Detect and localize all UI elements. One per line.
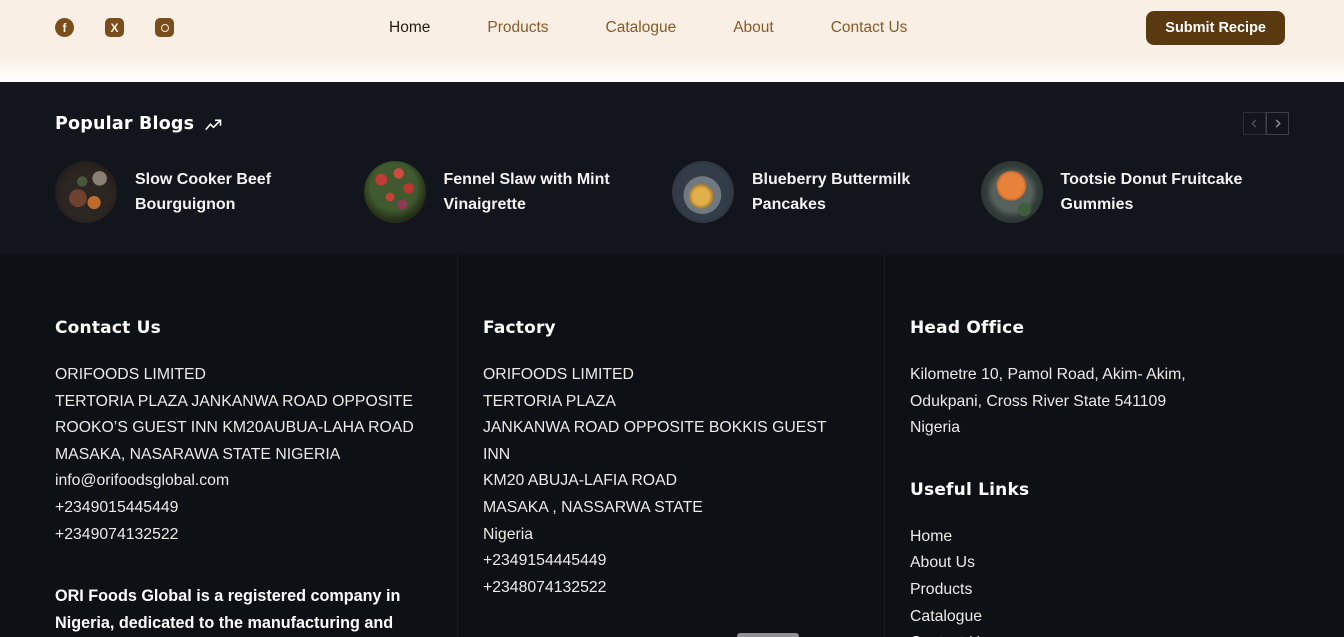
site-footer: Contact Us ORIFOODS LIMITED TERTORIA PLA…: [0, 255, 1344, 637]
facebook-glyph: f: [63, 21, 67, 35]
chevron-left-icon: [1250, 119, 1259, 128]
top-navigation-bar: f X Home Products Catalogue About Contac…: [0, 0, 1344, 55]
contact-phone-link[interactable]: +2349015445449: [55, 495, 417, 522]
main-nav: Home Products Catalogue About Contact Us: [389, 19, 907, 37]
blog-card-slow-cooker-beef[interactable]: Slow Cooker Beef Bourguignon: [55, 161, 364, 223]
footer-link-contact-us[interactable]: Contact Us: [910, 630, 1304, 637]
popular-blogs-heading: Popular Blogs: [55, 114, 194, 134]
footer-factory-column: Factory ORIFOODS LIMITED TERTORIA PLAZA …: [457, 255, 884, 637]
carousel-prev-button[interactable]: [1243, 112, 1266, 135]
address-line: MASAKA, NASARAWA STATE NIGERIA: [55, 442, 417, 469]
carousel-next-button[interactable]: [1266, 112, 1289, 135]
x-twitter-icon[interactable]: X: [105, 18, 124, 37]
address-line: TERTORIA PLAZA: [483, 389, 854, 416]
social-icons-group: f X: [55, 18, 174, 37]
blog-title: Fennel Slaw with Mint Vinaigrette: [444, 167, 610, 217]
footer-link-home[interactable]: Home: [910, 524, 1304, 551]
address-line: ROOKO’S GUEST INN KM20AUBUA-LAHA ROAD: [55, 415, 417, 442]
factory-address: ORIFOODS LIMITED TERTORIA PLAZA JANKANWA…: [483, 362, 854, 601]
address-line: ORIFOODS LIMITED: [55, 362, 417, 389]
head-office-heading: Head Office: [910, 318, 1304, 338]
facebook-icon[interactable]: f: [55, 18, 74, 37]
nav-about[interactable]: About: [733, 19, 774, 37]
x-glyph: X: [110, 21, 118, 35]
horizontal-scrollbar-thumb[interactable]: [737, 633, 799, 637]
blog-card-blueberry-pancakes[interactable]: Blueberry Buttermilk Pancakes: [672, 161, 981, 223]
address-line: TERTORIA PLAZA JANKANWA ROAD OPPOSITE: [55, 389, 417, 416]
head-office-address: Kilometre 10, Pamol Road, Akim- Akim, Od…: [910, 362, 1304, 442]
address-line: KM20 ABUJA-LAFIA ROAD: [483, 468, 854, 495]
contact-us-heading: Contact Us: [55, 318, 417, 338]
submit-recipe-button[interactable]: Submit Recipe: [1146, 11, 1285, 45]
address-line: Nigeria: [483, 522, 854, 549]
nav-contact-us[interactable]: Contact Us: [831, 19, 908, 37]
address-line: MASAKA , NASSARWA STATE: [483, 495, 854, 522]
header-fade-strip: [0, 55, 1344, 82]
blog-card-fennel-slaw[interactable]: Fennel Slaw with Mint Vinaigrette: [364, 161, 673, 223]
footer-link-products[interactable]: Products: [910, 577, 1304, 604]
blog-photo-beef-bourguignon: [55, 161, 117, 223]
footer-contact-column: Contact Us ORIFOODS LIMITED TERTORIA PLA…: [0, 255, 457, 637]
address-line: Nigeria: [910, 415, 1304, 442]
blog-photo-fruitcake-gummies: [981, 161, 1043, 223]
blog-title: Blueberry Buttermilk Pancakes: [752, 167, 910, 217]
factory-phone-link[interactable]: +2348074132522: [483, 575, 854, 602]
footer-head-office-column: Head Office Kilometre 10, Pamol Road, Ak…: [884, 255, 1344, 637]
factory-heading: Factory: [483, 318, 854, 338]
address-line: JANKANWA ROAD OPPOSITE BOKKIS GUEST INN: [483, 415, 854, 468]
footer-link-catalogue[interactable]: Catalogue: [910, 604, 1304, 631]
contact-address: ORIFOODS LIMITED TERTORIA PLAZA JANKANWA…: [55, 362, 417, 548]
contact-email-link[interactable]: info@orifoodsglobal.com: [55, 468, 417, 495]
instagram-icon[interactable]: [155, 18, 174, 37]
useful-links-heading: Useful Links: [910, 480, 1304, 500]
contact-phone-link[interactable]: +2349074132522: [55, 522, 417, 549]
company-description: ORI Foods Global is a registered company…: [55, 583, 417, 636]
blog-cards-row: Slow Cooker Beef Bourguignon Fennel Slaw…: [55, 161, 1289, 223]
carousel-arrows: [1243, 112, 1289, 135]
instagram-lens: [161, 24, 169, 32]
blog-card-fruitcake-gummies[interactable]: Tootsie Donut Fruitcake Gummies: [981, 161, 1290, 223]
chevron-right-icon: [1273, 119, 1282, 128]
trending-up-icon: [204, 118, 223, 132]
factory-phone-link[interactable]: +2349154445449: [483, 548, 854, 575]
address-line: ORIFOODS LIMITED: [483, 362, 854, 389]
address-line: Odukpani, Cross River State 541109: [910, 389, 1304, 416]
blog-title: Slow Cooker Beef Bourguignon: [135, 167, 271, 217]
nav-products[interactable]: Products: [487, 19, 548, 37]
useful-links-block: Useful Links Home About Us Products Cata…: [910, 480, 1304, 637]
blog-title: Tootsie Donut Fruitcake Gummies: [1061, 167, 1243, 217]
blog-photo-fennel-slaw: [364, 161, 426, 223]
footer-link-about-us[interactable]: About Us: [910, 550, 1304, 577]
popular-blogs-section: Popular Blogs Slow Cooker Beef Bourguign…: [0, 82, 1344, 255]
blog-photo-blueberry-pancakes: [672, 161, 734, 223]
address-line: Kilometre 10, Pamol Road, Akim- Akim,: [910, 362, 1304, 389]
nav-catalogue[interactable]: Catalogue: [606, 19, 677, 37]
nav-home[interactable]: Home: [389, 19, 430, 37]
